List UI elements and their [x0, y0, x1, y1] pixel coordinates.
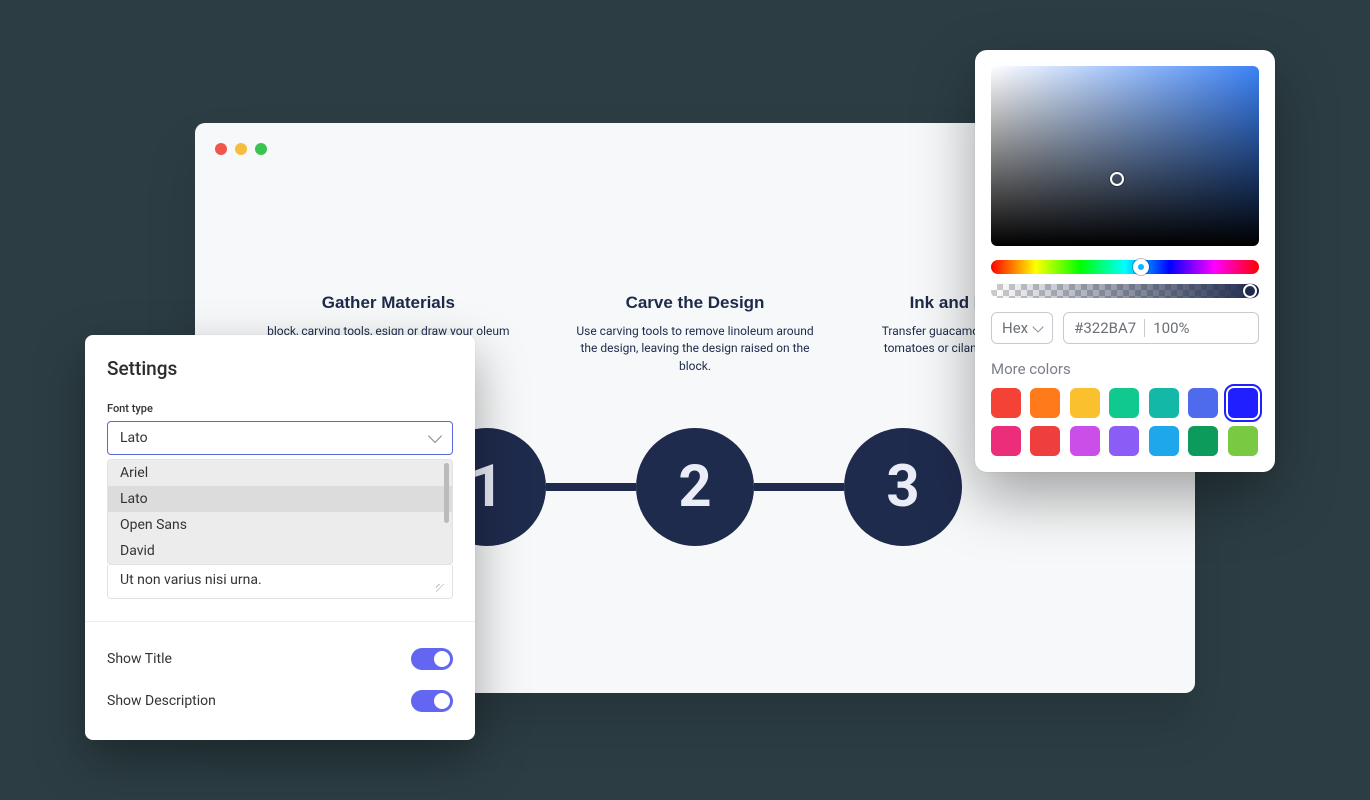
- font-type-dropdown: Ariel Lato Open Sans David: [107, 459, 453, 565]
- color-swatch-5[interactable]: [1188, 388, 1218, 418]
- step-2: Carve the Design Use carving tools to re…: [562, 293, 829, 375]
- hex-row: Hex #322BA7 100%: [991, 312, 1259, 344]
- color-swatch-3[interactable]: [1109, 388, 1139, 418]
- step-1-title: Gather Materials: [255, 293, 522, 313]
- step-2-description: Use carving tools to remove linoleum aro…: [562, 323, 829, 375]
- color-swatch-2[interactable]: [1070, 388, 1100, 418]
- more-colors-label: More colors: [991, 360, 1259, 378]
- alpha-thumb[interactable]: [1243, 284, 1257, 298]
- color-swatch-0[interactable]: [991, 388, 1021, 418]
- maximize-icon[interactable]: [255, 143, 267, 155]
- color-swatch-4[interactable]: [1149, 388, 1179, 418]
- color-swatch-9[interactable]: [1070, 426, 1100, 456]
- show-description-row: Show Description: [107, 680, 453, 722]
- font-option-david[interactable]: David: [108, 538, 452, 564]
- color-swatch-7[interactable]: [991, 426, 1021, 456]
- saturation-value-field[interactable]: [991, 66, 1259, 246]
- show-description-label: Show Description: [107, 693, 216, 709]
- color-swatch-1[interactable]: [1030, 388, 1060, 418]
- color-swatch-6[interactable]: [1228, 388, 1258, 418]
- hue-thumb[interactable]: [1133, 259, 1149, 275]
- color-mode-select[interactable]: Hex: [991, 312, 1053, 344]
- show-title-label: Show Title: [107, 651, 172, 667]
- close-icon[interactable]: [215, 143, 227, 155]
- font-type-select[interactable]: Lato: [107, 421, 453, 455]
- description-textarea[interactable]: Ut non varius nisi urna.: [107, 565, 453, 599]
- font-type-label: Font type: [107, 402, 453, 415]
- color-swatch-12[interactable]: [1188, 426, 1218, 456]
- font-type-selected: Lato: [120, 430, 148, 446]
- show-description-toggle[interactable]: [411, 690, 453, 712]
- color-picker-panel: Hex #322BA7 100% More colors: [975, 50, 1275, 472]
- show-title-toggle[interactable]: [411, 648, 453, 670]
- step-connector: [754, 483, 844, 491]
- color-swatches: [991, 388, 1259, 456]
- chevron-down-icon: [428, 429, 442, 443]
- font-option-open-sans[interactable]: Open Sans: [108, 512, 452, 538]
- step-circle-3: 3: [844, 428, 962, 546]
- color-swatch-13[interactable]: [1228, 426, 1258, 456]
- alpha-value: 100%: [1153, 319, 1189, 337]
- settings-panel: Settings Font type Lato Ariel Lato Open …: [85, 335, 475, 740]
- show-title-row: Show Title: [107, 638, 453, 680]
- minimize-icon[interactable]: [235, 143, 247, 155]
- hue-slider[interactable]: [991, 260, 1259, 274]
- color-swatch-8[interactable]: [1030, 426, 1060, 456]
- step-connector: [546, 483, 636, 491]
- font-option-lato[interactable]: Lato: [108, 486, 452, 512]
- color-swatch-10[interactable]: [1109, 426, 1139, 456]
- hex-value: #322BA7: [1074, 319, 1136, 337]
- alpha-slider[interactable]: [991, 284, 1259, 298]
- chevron-down-icon: [1032, 321, 1043, 332]
- hex-input[interactable]: #322BA7 100%: [1063, 312, 1259, 344]
- color-mode-label: Hex: [1002, 319, 1028, 337]
- color-swatch-11[interactable]: [1149, 426, 1179, 456]
- resize-handle-icon[interactable]: [436, 584, 446, 594]
- divider: [85, 621, 475, 622]
- description-value: Ut non varius nisi urna.: [120, 572, 262, 588]
- step-circle-2: 2: [636, 428, 754, 546]
- separator: [1144, 319, 1145, 337]
- sv-cursor[interactable]: [1110, 172, 1124, 186]
- settings-title: Settings: [107, 357, 453, 380]
- scrollbar-thumb[interactable]: [444, 463, 449, 523]
- window-controls: [215, 143, 267, 155]
- step-2-title: Carve the Design: [562, 293, 829, 313]
- font-option-ariel[interactable]: Ariel: [108, 460, 452, 486]
